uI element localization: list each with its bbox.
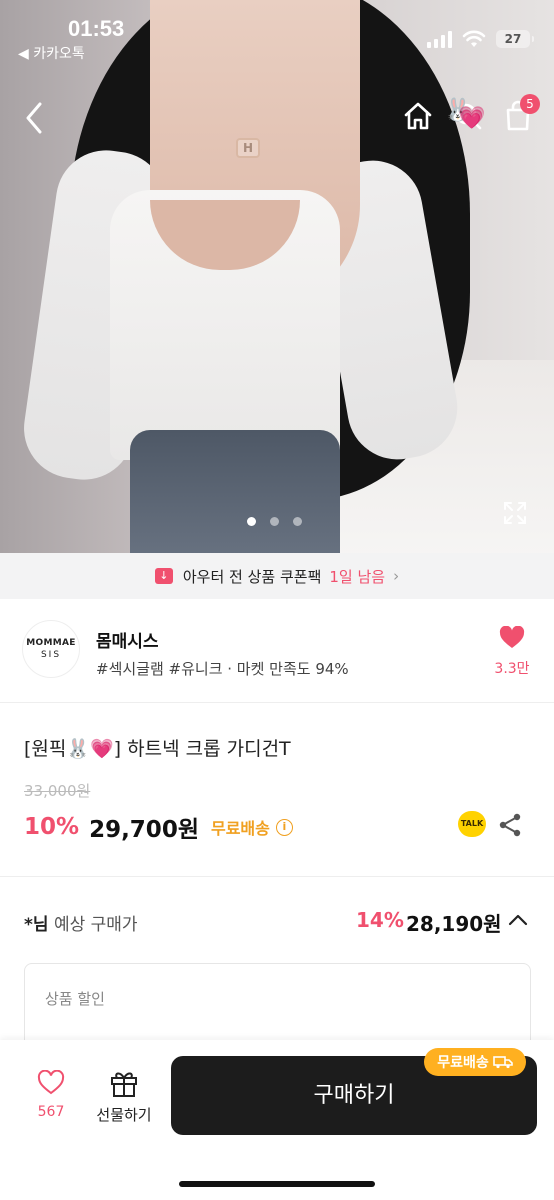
gift-button[interactable]: 선물하기 <box>92 1068 156 1125</box>
shop-logo-line2: SIS <box>40 650 62 660</box>
section-divider <box>0 876 554 877</box>
carousel-dot[interactable] <box>293 517 302 526</box>
shop-logo-line1: MOMMAE <box>26 638 76 648</box>
coupon-remaining: 1일 남음 <box>329 567 386 586</box>
info-icon[interactable]: i <box>275 818 293 836</box>
carousel-dot[interactable] <box>247 517 256 526</box>
shop-name[interactable]: 몸매시스 <box>96 627 159 652</box>
expected-price-label: 예상 구매가 <box>53 915 138 935</box>
member-price: 28,190원 <box>406 912 502 936</box>
member-discount-rate: 14% <box>356 908 404 932</box>
heart-outline-icon <box>37 1069 65 1095</box>
shop-like-button[interactable]: 3.3만 <box>490 625 534 678</box>
share-icon[interactable] <box>497 812 523 838</box>
status-bar: 01:53 ◀ 카카오톡 27 <box>0 0 554 70</box>
chevron-up-icon[interactable] <box>506 908 530 932</box>
carousel-dots <box>247 517 302 526</box>
shop-logo[interactable]: MOMMAE SIS <box>22 620 80 678</box>
search-button[interactable]: 🐰 💗 <box>444 96 486 136</box>
heart-filled-icon <box>499 625 525 648</box>
cart-button[interactable]: 5 <box>500 94 540 136</box>
status-time: 01:53 <box>68 16 125 41</box>
coupon-banner[interactable]: ↓ 아우터 전 상품 쿠폰팩 1일 남음 › <box>0 553 554 599</box>
product-discount-label: 상품 할인 <box>45 990 105 1008</box>
free-shipping-badge-label: 무료배송 <box>437 1055 489 1071</box>
price-row: 10% 29,700원 무료배송 i <box>24 810 293 844</box>
top-nav-actions: 🐰 💗 5 <box>400 94 540 136</box>
like-count: 567 <box>37 1104 65 1120</box>
gift-label: 선물하기 <box>96 1106 152 1124</box>
member-price-label: *님 예상 구매가 <box>24 910 138 935</box>
back-to-app-link[interactable]: ◀ 카카오톡 <box>18 43 85 63</box>
member-price-section[interactable]: *님 예상 구매가 14% 28,190원 <box>0 878 554 958</box>
model-jeans <box>130 430 340 553</box>
sale-price: 29,700원 <box>89 817 199 843</box>
truck-icon <box>492 1056 513 1069</box>
shop-info[interactable]: MOMMAE SIS 몸매시스 #섹시글램 #유니크 · 마켓 만족도 94% … <box>0 600 554 703</box>
back-button[interactable] <box>20 98 50 138</box>
home-indicator <box>179 1181 375 1187</box>
original-price: 33,000원 <box>24 782 91 800</box>
home-button[interactable] <box>400 96 436 136</box>
product-title: [원픽🐰💗] 하트넥 크롭 가디건T <box>24 738 291 760</box>
wifi-icon <box>462 30 486 47</box>
chevron-right-icon: › <box>393 567 400 585</box>
cart-count-badge: 5 <box>520 94 540 114</box>
carousel-dot[interactable] <box>270 517 279 526</box>
discount-rate: 10% <box>24 814 80 840</box>
battery-icon: 27 <box>496 30 534 48</box>
member-name: *님 <box>24 915 49 935</box>
expand-icon[interactable] <box>502 500 528 526</box>
like-button[interactable]: 567 <box>24 1069 78 1120</box>
necklace-pendant: H <box>236 138 260 158</box>
coupon-text: 아우터 전 상품 쿠폰팩 <box>182 567 322 586</box>
shop-like-count: 3.3만 <box>494 661 530 677</box>
heart-sticker-icon: 💗 <box>458 106 486 131</box>
kakao-talk-icon[interactable]: TALK <box>458 811 486 837</box>
back-icon <box>26 102 42 134</box>
free-shipping-label: 무료배송 <box>210 819 270 838</box>
free-shipping-badge: 무료배송 <box>424 1048 526 1076</box>
signal-icon <box>427 30 452 48</box>
home-icon <box>404 102 432 130</box>
product-image[interactable]: H 01:53 ◀ 카카오톡 27 🐰 💗 5 <box>0 0 554 553</box>
bottom-action-bar: 567 선물하기 구매하기 무료배송 <box>0 1040 554 1200</box>
gift-icon <box>111 1072 137 1097</box>
shop-tags: #섹시글램 #유니크 · 마켓 만족도 94% <box>96 660 349 678</box>
status-icons: 27 <box>427 30 534 48</box>
coupon-icon: ↓ <box>154 568 173 584</box>
